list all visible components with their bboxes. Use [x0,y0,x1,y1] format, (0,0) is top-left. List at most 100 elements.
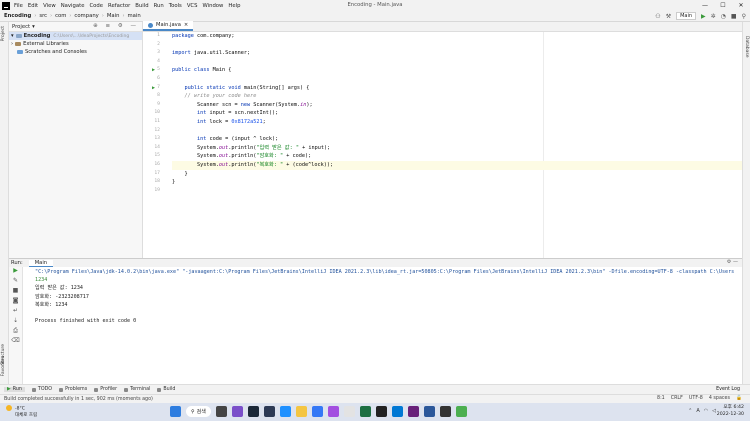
stop-icon[interactable]: ■ [9,287,22,297]
chevron-down-icon[interactable]: ▾ [32,24,35,30]
maximize-button[interactable]: ☐ [714,0,732,11]
breadcrumb-company[interactable]: company [74,13,98,19]
event-log-button[interactable]: Event Log [716,387,740,392]
weather-widget[interactable]: -8°C 대체로 흐림 [6,405,37,419]
lock-icon[interactable]: 🔓 [736,396,742,401]
menu-navigate[interactable]: Navigate [61,3,85,9]
tree-item-encoding[interactable]: ▾ Encoding C:\Users\...\IdeaProjects\Enc… [9,32,142,40]
code-lines[interactable]: package com.company; import java.util.Sc… [172,32,742,195]
tab-main-java[interactable]: Main.java × [143,21,194,31]
status-message[interactable]: Build completed successfully in 1 sec, 9… [4,397,153,402]
run-gutter-icon[interactable]: ▶ [152,66,155,75]
run-tab-main[interactable]: Main [28,259,54,267]
run-config-select[interactable]: Main [676,12,697,20]
visual-studio-icon[interactable] [407,406,419,417]
app-icon[interactable] [263,406,275,417]
code-line: int lock = 0x8172a521; [197,118,266,125]
tool-tab-build[interactable]: Build [157,387,175,392]
file-encoding[interactable]: UTF-8 [689,396,703,401]
tree-item-scratches[interactable]: Scratches and Consoles [9,48,142,56]
run-panel-actions[interactable]: ⚙ — [727,259,738,265]
chrome-icon[interactable] [455,406,467,417]
volume-icon[interactable]: ◁ [712,408,716,414]
menu-window[interactable]: Window [203,3,224,9]
soft-wrap-icon[interactable]: ↵ [9,307,22,317]
debug-icon[interactable]: ✲ [711,13,716,20]
coverage-icon[interactable]: ◔ [721,13,726,20]
tool-tab-run[interactable]: ▶ Run [4,387,25,392]
breadcrumb-src[interactable]: src [39,13,47,19]
tree-item-label: Scratches and Consoles [25,49,87,55]
app-icon[interactable] [439,406,451,417]
indent-setting[interactable]: 4 spaces [709,396,730,401]
menu-edit[interactable]: Edit [28,3,38,9]
menu-vcs[interactable]: VCS [187,3,198,9]
breadcrumb-class[interactable]: Main [107,13,120,19]
taskbar-search[interactable]: ⚲ 검색 [186,406,211,417]
stop-icon[interactable]: ■ [731,13,737,20]
rerun-icon[interactable]: ▶ [9,267,22,277]
favorites-tool-tab[interactable]: Favorites [1,356,6,376]
build-icon [157,387,162,392]
task-view-icon[interactable] [215,406,227,417]
menu-build[interactable]: Build [135,3,148,9]
line-separator[interactable]: CRLF [671,396,683,401]
menu-refactor[interactable]: Refactor [108,3,130,9]
menu-view[interactable]: View [43,3,56,9]
breadcrumb-method[interactable]: main [127,13,140,19]
close-icon[interactable]: × [184,22,188,28]
edge-icon[interactable] [279,406,291,417]
menu-code[interactable]: Code [89,3,103,9]
run-icon[interactable]: ▶ [701,13,706,20]
breadcrumb-project[interactable]: Encoding [4,13,31,19]
code-area[interactable]: 1 2 3 4 5 ▶ 6 7 ▶ 8 9 10 11 12 13 14 15 16 17 18 19 package … [143,32,742,258]
app-icon[interactable] [311,406,323,417]
menu-file[interactable]: File [14,3,23,9]
database-tool-tab[interactable]: Database [744,36,749,57]
camera-icon[interactable]: ◙ [9,297,22,307]
menu-tools[interactable]: Tools [169,3,182,9]
tree-item-external-libraries[interactable]: › External Libraries [9,40,142,48]
menu-run[interactable]: Run [154,3,164,9]
trash-icon[interactable]: ⌫ [9,337,22,347]
scroll-end-icon[interactable]: ⇣ [9,317,22,327]
wifi-icon[interactable]: ◠ [704,408,708,414]
wrench-icon[interactable]: ✎ [9,277,22,287]
app-icon[interactable] [327,406,339,417]
close-button[interactable]: ✕ [732,0,750,11]
tool-tab-todo[interactable]: TODO [31,387,52,392]
chevron-right-icon[interactable]: › [11,41,13,47]
hammer-build-icon[interactable]: ⚒ [666,13,671,20]
tool-tab-terminal[interactable]: Terminal [124,387,150,392]
project-view-select[interactable]: Project [12,24,30,30]
language-indicator[interactable]: A [696,408,699,414]
vscode-icon[interactable] [391,406,403,417]
tool-tab-problems[interactable]: Problems [59,387,87,392]
caret-position[interactable]: 8:1 [657,396,665,401]
start-icon[interactable] [170,406,181,417]
excel-icon[interactable] [359,406,371,417]
project-tool-tab[interactable]: Project [1,26,6,41]
word-icon[interactable] [423,406,435,417]
line-number: 14 [154,144,160,150]
explorer-icon[interactable] [295,406,307,417]
intellij-icon[interactable] [375,406,387,417]
tool-tab-profiler[interactable]: Profiler [94,387,117,392]
user-icon[interactable]: ⚇ [655,13,660,20]
breadcrumb-com[interactable]: com [55,13,66,19]
run-gutter-icon[interactable]: ▶ [152,84,155,93]
project-panel-actions[interactable]: ⊕ ≡ ⚙ — [93,23,139,29]
search-icon[interactable]: ⚲ [742,13,746,20]
chat-icon[interactable] [231,406,243,417]
chevron-up-icon[interactable]: ⌃ [688,408,692,414]
terminal-icon [124,387,129,392]
clock[interactable]: 오후 6:42 2022-12-30 [717,405,744,418]
chevron-down-icon[interactable]: ▾ [11,33,14,39]
console-output[interactable]: "C:\Program Files\Java\jdk-14.0.2\bin\ja… [35,268,742,325]
app-icon[interactable] [343,406,355,417]
steam-icon[interactable] [247,406,259,417]
menu-help[interactable]: Help [228,3,240,9]
print-icon[interactable]: ⎙ [9,327,22,337]
minimize-button[interactable]: — [696,0,714,11]
